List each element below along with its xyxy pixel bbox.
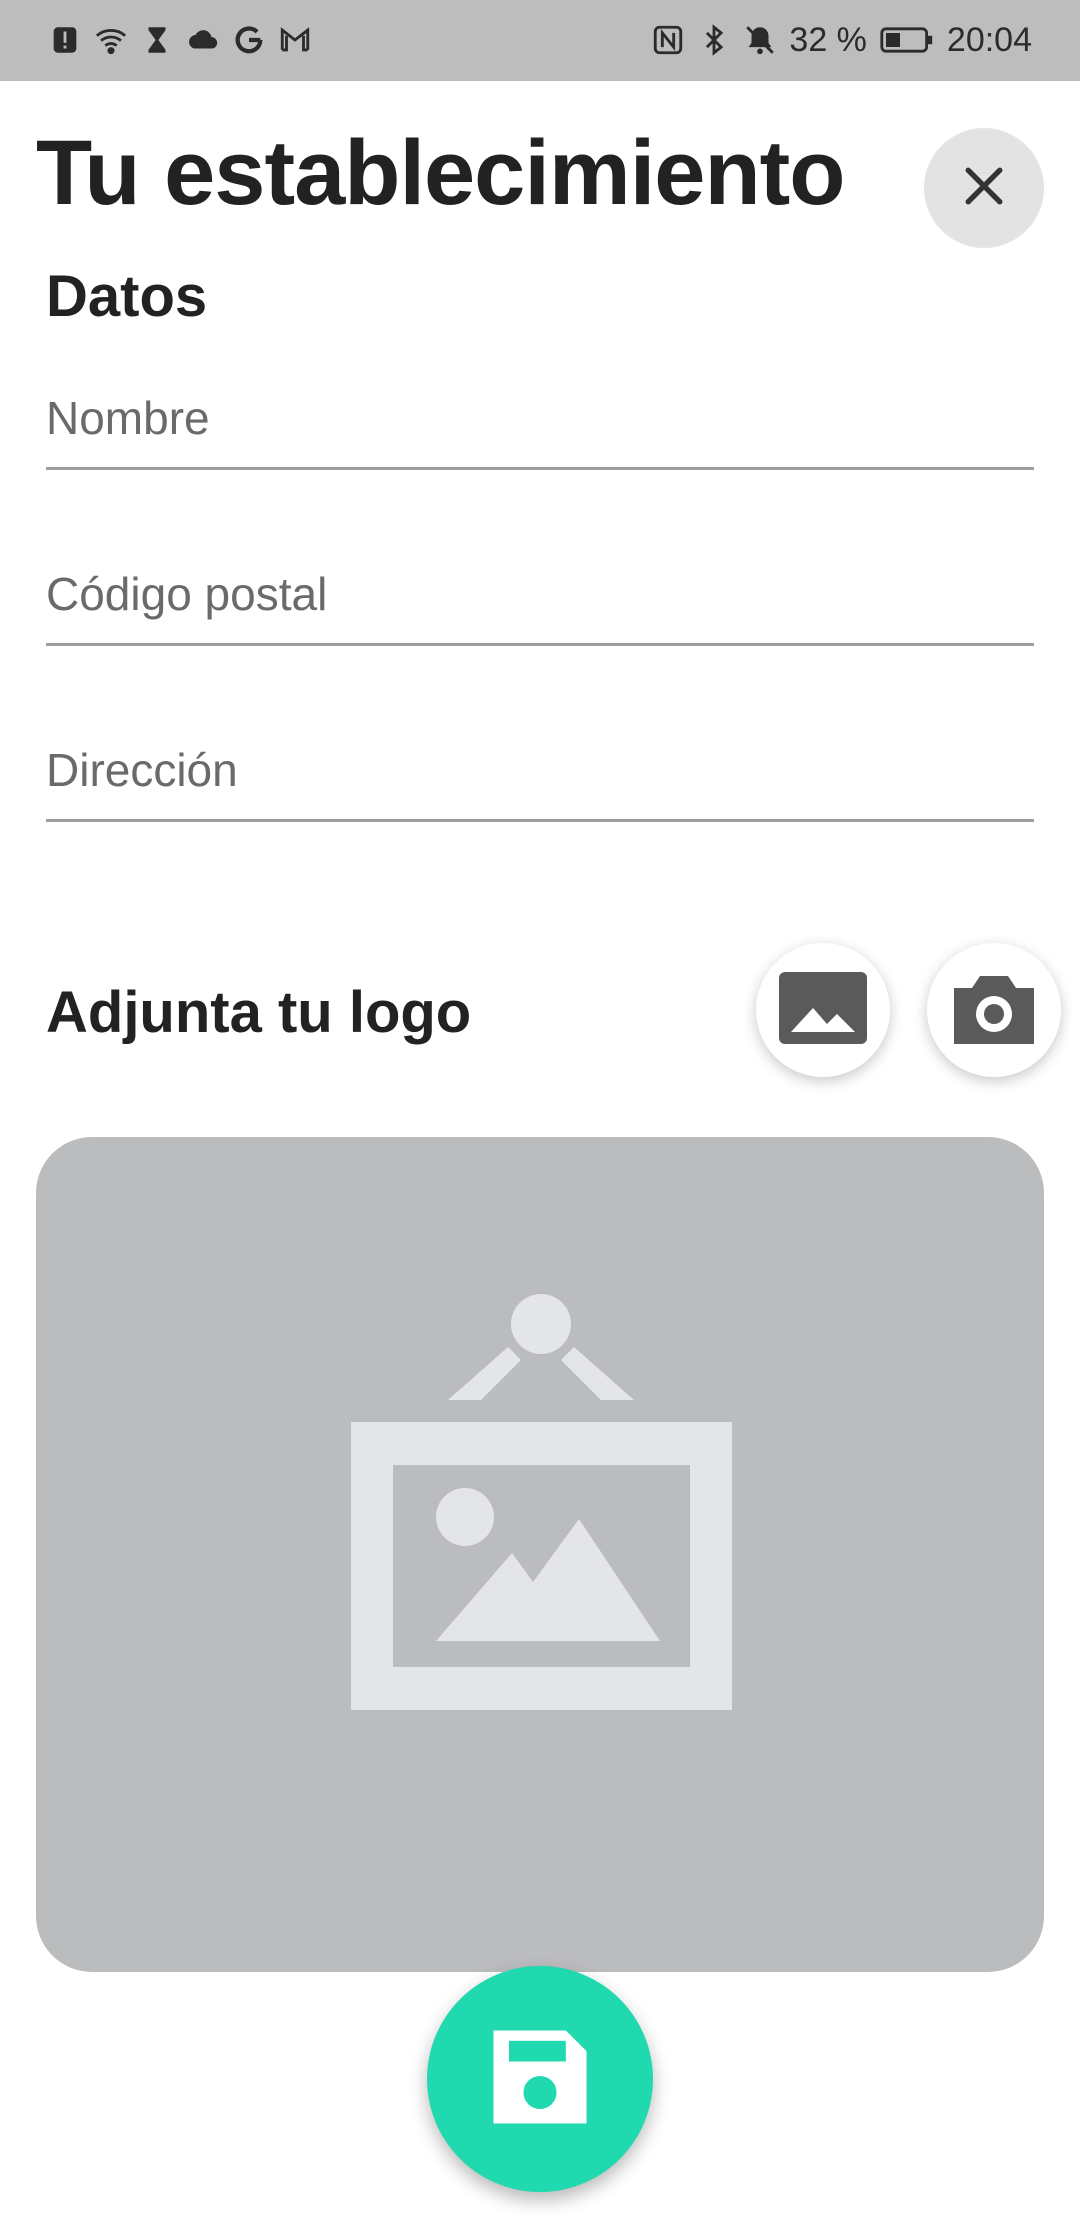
address-field bbox=[46, 722, 1034, 822]
battery-percent: 32 % bbox=[789, 20, 867, 59]
address-field-underline bbox=[46, 819, 1034, 822]
save-icon bbox=[478, 2015, 602, 2144]
status-bar: 32 % 20:04 bbox=[0, 0, 1080, 81]
page-title: Tu establecimiento bbox=[36, 122, 845, 224]
take-photo-button[interactable] bbox=[927, 943, 1061, 1077]
bluetooth-icon bbox=[697, 23, 731, 57]
close-button[interactable] bbox=[924, 128, 1044, 248]
name-input[interactable] bbox=[46, 370, 1034, 466]
wifi-icon bbox=[94, 23, 128, 57]
postal-code-field bbox=[46, 546, 1034, 646]
camera-icon bbox=[946, 968, 1042, 1053]
google-icon bbox=[232, 23, 266, 57]
status-bar-left-icons bbox=[48, 18, 312, 62]
close-icon bbox=[957, 159, 1011, 218]
name-field bbox=[46, 370, 1034, 470]
cloud-icon bbox=[186, 23, 220, 57]
postal-code-field-underline bbox=[46, 643, 1034, 646]
logo-preview-area[interactable] bbox=[36, 1137, 1044, 1972]
save-button[interactable] bbox=[427, 1966, 653, 2192]
hourglass-icon bbox=[140, 23, 174, 57]
bell-off-icon bbox=[743, 23, 777, 57]
postal-code-input[interactable] bbox=[46, 546, 1034, 642]
logo-section-title: Adjunta tu logo bbox=[46, 980, 472, 1045]
address-input[interactable] bbox=[46, 722, 1034, 818]
status-bar-right-icons: 32 % 20:04 bbox=[651, 18, 1032, 62]
image-gallery-icon bbox=[775, 968, 871, 1053]
name-field-underline bbox=[46, 467, 1034, 470]
datos-section-title: Datos bbox=[46, 264, 208, 329]
nfc-icon bbox=[651, 23, 685, 57]
gmail-icon bbox=[278, 23, 312, 57]
pick-from-gallery-button[interactable] bbox=[756, 943, 890, 1077]
battery-icon bbox=[879, 23, 935, 57]
alert-icon bbox=[48, 23, 82, 57]
clock: 20:04 bbox=[946, 20, 1032, 59]
